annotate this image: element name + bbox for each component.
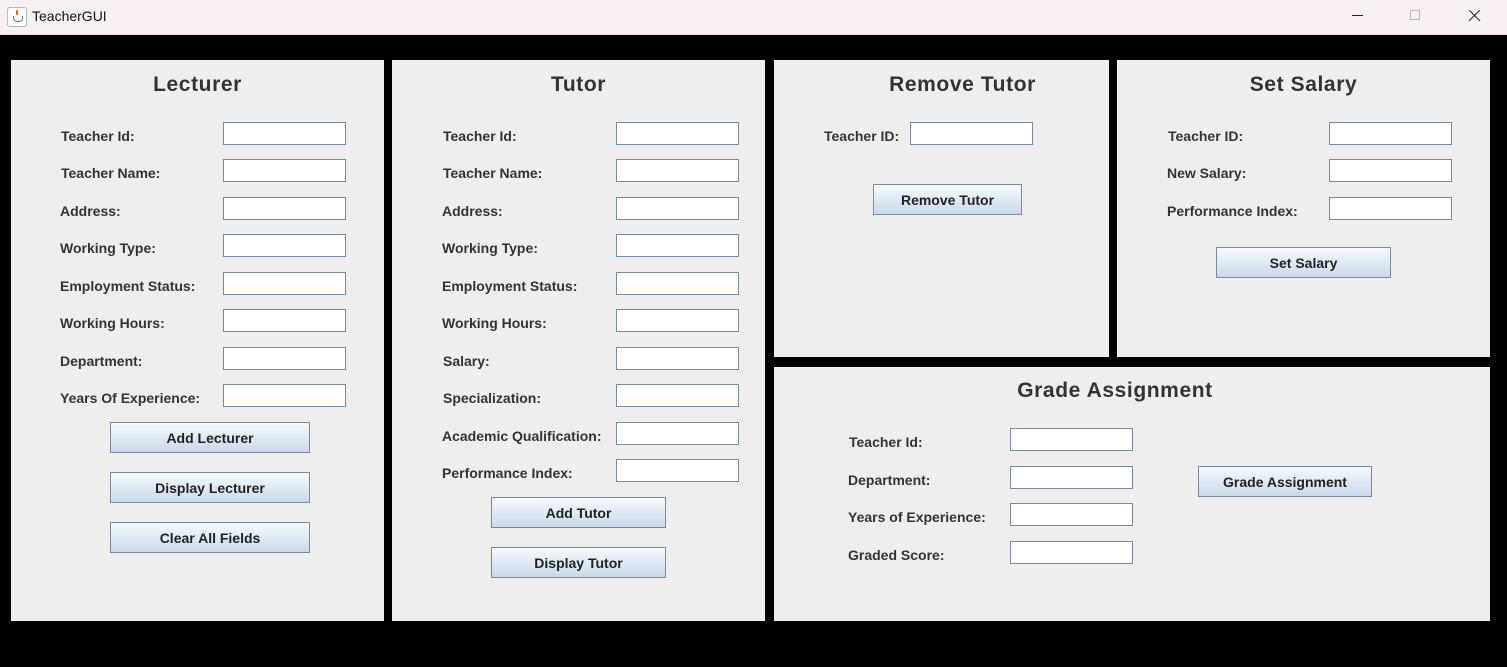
- performance-index-field[interactable]: [616, 459, 739, 482]
- working-type-label: Working Type:: [442, 240, 538, 256]
- add-tutor-button[interactable]: Add Tutor: [491, 497, 666, 528]
- teacher-id-label: Teacher Id:: [849, 434, 923, 450]
- teacher-id-label: Teacher ID:: [1168, 128, 1244, 144]
- set-salary-panel: Set Salary Teacher ID: New Salary: Perfo…: [1117, 60, 1490, 357]
- performance-index-label: Performance Index:: [1167, 203, 1298, 219]
- performance-index-label: Performance Index:: [442, 465, 573, 481]
- grade-assignment-button[interactable]: Grade Assignment: [1198, 466, 1372, 497]
- working-hours-label: Working Hours:: [60, 315, 165, 331]
- add-lecturer-button[interactable]: Add Lecturer: [110, 422, 310, 453]
- teacher-id-label: Teacher Id:: [61, 128, 135, 144]
- panel-title: Grade Assignment: [1017, 379, 1213, 402]
- working-hours-field[interactable]: [223, 309, 346, 332]
- panel-title: Tutor: [550, 73, 607, 96]
- department-field[interactable]: [223, 347, 346, 370]
- working-type-label: Working Type:: [60, 240, 156, 256]
- graded-score-label: Graded Score:: [848, 547, 945, 563]
- teacher-id-field[interactable]: [616, 122, 739, 145]
- address-field[interactable]: [616, 197, 739, 220]
- display-lecturer-button[interactable]: Display Lecturer: [110, 472, 310, 503]
- years-of-experience-field[interactable]: [223, 384, 346, 407]
- teacher-name-label: Teacher Name:: [443, 165, 543, 181]
- salary-label: Salary:: [443, 353, 490, 369]
- teacher-id-field[interactable]: [223, 122, 346, 145]
- department-label: Department:: [60, 353, 143, 369]
- java-app-icon: [7, 7, 27, 27]
- performance-index-field[interactable]: [1329, 197, 1452, 220]
- employment-status-field[interactable]: [223, 272, 346, 295]
- academic-qualification-label: Academic Qualification:: [442, 428, 602, 444]
- years-of-experience-label: Years Of Experience:: [60, 390, 201, 406]
- minimize-icon[interactable]: [1329, 0, 1387, 34]
- address-field[interactable]: [223, 197, 346, 220]
- academic-qualification-field[interactable]: [616, 422, 739, 445]
- clear-all-fields-button[interactable]: Clear All Fields: [110, 522, 310, 553]
- teacher-id-label: Teacher Id:: [443, 128, 517, 144]
- display-tutor-button[interactable]: Display Tutor: [491, 547, 666, 578]
- teacher-id-field[interactable]: [1329, 122, 1452, 145]
- years-of-experience-label: Years of Experience:: [848, 509, 986, 525]
- specialization-label: Specialization:: [443, 390, 542, 406]
- remove-tutor-panel: Remove Tutor Teacher ID: Remove Tutor: [774, 60, 1109, 357]
- window-title: TeacherGUI: [32, 8, 107, 24]
- remove-tutor-button[interactable]: Remove Tutor: [873, 184, 1022, 215]
- working-type-field[interactable]: [223, 234, 346, 257]
- teacher-id-label: Teacher ID:: [824, 128, 900, 144]
- new-salary-label: New Salary:: [1167, 165, 1247, 181]
- new-salary-field[interactable]: [1329, 159, 1452, 182]
- employment-status-label: Employment Status:: [442, 278, 578, 294]
- department-field[interactable]: [1010, 466, 1133, 489]
- panel-title: Remove Tutor: [889, 73, 1036, 96]
- teacher-id-field[interactable]: [910, 122, 1033, 145]
- graded-score-field[interactable]: [1010, 541, 1133, 564]
- window-titlebar: TeacherGUI: [0, 0, 1507, 35]
- employment-status-label: Employment Status:: [60, 278, 196, 294]
- teacher-name-field[interactable]: [223, 159, 346, 182]
- working-hours-field[interactable]: [616, 309, 739, 332]
- tutor-panel: Tutor Teacher Id: Teacher Name: Address:…: [392, 60, 765, 621]
- years-of-experience-field[interactable]: [1010, 503, 1133, 526]
- teacher-name-field[interactable]: [616, 159, 739, 182]
- working-type-field[interactable]: [616, 234, 739, 257]
- salary-field[interactable]: [616, 347, 739, 370]
- teacher-name-label: Teacher Name:: [61, 165, 161, 181]
- employment-status-field[interactable]: [616, 272, 739, 295]
- address-label: Address:: [442, 203, 503, 219]
- teacher-id-field[interactable]: [1010, 428, 1133, 451]
- panel-title: Set Salary: [1249, 73, 1358, 96]
- department-label: Department:: [848, 472, 931, 488]
- working-hours-label: Working Hours:: [442, 315, 547, 331]
- close-icon[interactable]: [1445, 0, 1503, 34]
- panel-title: Lecturer: [153, 73, 242, 96]
- maximize-icon[interactable]: [1387, 0, 1445, 34]
- lecturer-panel: Lecturer Teacher Id: Teacher Name: Addre…: [11, 60, 384, 621]
- set-salary-button[interactable]: Set Salary: [1216, 247, 1391, 278]
- specialization-field[interactable]: [616, 384, 739, 407]
- grade-assignment-panel: Grade Assignment Teacher Id: Department:…: [774, 367, 1490, 621]
- address-label: Address:: [60, 203, 121, 219]
